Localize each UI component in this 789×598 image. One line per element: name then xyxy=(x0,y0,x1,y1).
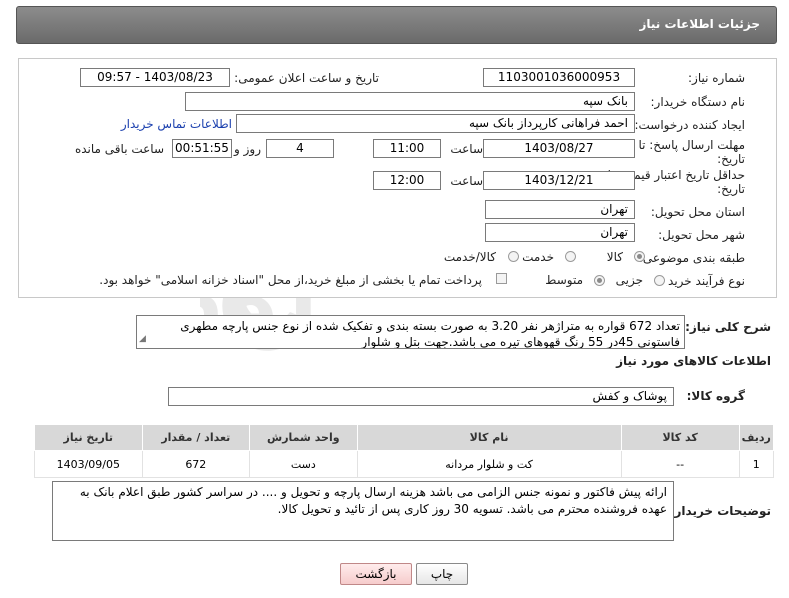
category-option-goods: کالا xyxy=(606,250,623,264)
buyer-notes-label: توضیحات خریدار: xyxy=(669,504,771,518)
validity-time-field: 12:00 xyxy=(373,171,441,190)
days-remaining-field: 4 xyxy=(266,139,334,158)
deadline-time-label: ساعت xyxy=(450,142,483,156)
goods-table-header: ردیف کد کالا نام کالا واحد شمارش تعداد /… xyxy=(34,424,775,451)
city-label: شهر محل تحویل: xyxy=(658,228,745,242)
province-label: استان محل تحویل: xyxy=(650,205,745,219)
col-quantity: تعداد / مقدار xyxy=(141,424,251,451)
col-row-number: ردیف xyxy=(738,424,775,451)
creator-label: ایجاد کننده درخواست: xyxy=(634,118,745,132)
cell-row-number: 1 xyxy=(738,450,775,478)
page: جزئیات اطلاعات نیاز AriaTender.neT شماره… xyxy=(0,0,789,598)
process-option-medium: متوسط xyxy=(545,273,583,287)
process-option-minor: جزیی xyxy=(615,273,643,287)
validity-date-field: 1403/12/21 xyxy=(483,171,635,190)
col-unit: واحد شمارش xyxy=(249,424,358,451)
page-title: جزئیات اطلاعات نیاز xyxy=(639,17,760,31)
resize-grip-icon[interactable]: ◢ xyxy=(139,331,146,347)
goods-group-label: گروه کالا: xyxy=(686,389,745,403)
days-label: روز و xyxy=(234,142,261,156)
col-need-date: تاریخ نیاز xyxy=(34,424,143,451)
validity-label-date: تاریخ: xyxy=(717,182,745,196)
goods-table: ردیف کد کالا نام کالا واحد شمارش تعداد /… xyxy=(34,424,775,478)
category-label: طبقه بندی موضوعی: xyxy=(638,251,745,265)
city-field: تهران xyxy=(485,223,635,242)
deadline-date-field: 1403/08/27 xyxy=(483,139,635,158)
cell-item-name: کت و شلوار مردانه xyxy=(356,450,622,478)
back-button[interactable]: بازگشت xyxy=(340,563,412,585)
table-row: 1 -- کت و شلوار مردانه دست 672 1403/09/0… xyxy=(34,450,775,478)
buyer-notes-textarea[interactable]: ارائه پیش فاکتور و نمونه جنس الزامی می ب… xyxy=(52,481,674,541)
creator-field: احمد فراهانی کارپرداز بانک سپه xyxy=(236,114,635,133)
validity-time-label: ساعت xyxy=(450,174,483,188)
category-radio-goods-service[interactable] xyxy=(508,251,519,262)
process-radio-medium[interactable] xyxy=(594,275,605,286)
process-radio-minor[interactable] xyxy=(654,275,665,286)
deadline-time-field: 11:00 xyxy=(373,139,441,158)
announce-date-label: تاریخ و ساعت اعلان عمومی: xyxy=(234,71,379,85)
treasury-payment-checkbox[interactable] xyxy=(496,273,507,284)
process-type-label: نوع فرآیند خرید : xyxy=(660,274,745,288)
buyer-org-label: نام دستگاه خریدار: xyxy=(650,95,746,109)
deadline-label: مهلت ارسال پاسخ: تا xyxy=(638,138,745,152)
treasury-payment-note: پرداخت تمام یا بخشی از مبلغ خرید،از محل … xyxy=(99,273,482,287)
col-item-code: کد کالا xyxy=(620,424,740,451)
buyer-notes-text: ارائه پیش فاکتور و نمونه جنس الزامی می ب… xyxy=(79,485,667,516)
print-button[interactable]: چاپ xyxy=(416,563,468,585)
cell-item-code: -- xyxy=(620,450,740,478)
announce-date-field: 1403/08/23 - 09:57 xyxy=(80,68,230,87)
cell-need-date: 1403/09/05 xyxy=(34,450,143,478)
remaining-time-label: ساعت باقی مانده xyxy=(74,142,164,156)
goods-group-field: پوشاک و کفش xyxy=(168,387,674,406)
remaining-time-field: 00:51:55 xyxy=(172,139,232,158)
goods-section-title: اطلاعات کالاهای مورد نیاز xyxy=(616,354,771,368)
province-field: تهران xyxy=(485,200,635,219)
buyer-org-field: بانک سپه xyxy=(185,92,635,111)
category-radio-goods[interactable] xyxy=(634,251,645,262)
category-option-service: خدمت xyxy=(522,250,554,264)
need-number-label: شماره نیاز: xyxy=(688,71,745,85)
description-text: تعداد 672 قواره به متراژهر نفر 3.20 به ص… xyxy=(180,319,680,349)
page-header: جزئیات اطلاعات نیاز xyxy=(16,6,777,44)
description-textarea[interactable]: تعداد 672 قواره به متراژهر نفر 3.20 به ص… xyxy=(136,315,685,349)
category-option-goods-service: کالا/خدمت xyxy=(443,250,496,264)
cell-quantity: 672 xyxy=(141,450,251,478)
need-number-field: 1103001036000953 xyxy=(483,68,635,87)
description-label: شرح کلی نیاز: xyxy=(685,320,771,334)
deadline-label-date: تاریخ: xyxy=(717,152,745,166)
buyer-contact-link[interactable]: اطلاعات تماس خریدار xyxy=(121,117,232,131)
cell-unit: دست xyxy=(249,450,358,478)
col-item-name: نام کالا xyxy=(356,424,622,451)
category-radio-service[interactable] xyxy=(565,251,576,262)
